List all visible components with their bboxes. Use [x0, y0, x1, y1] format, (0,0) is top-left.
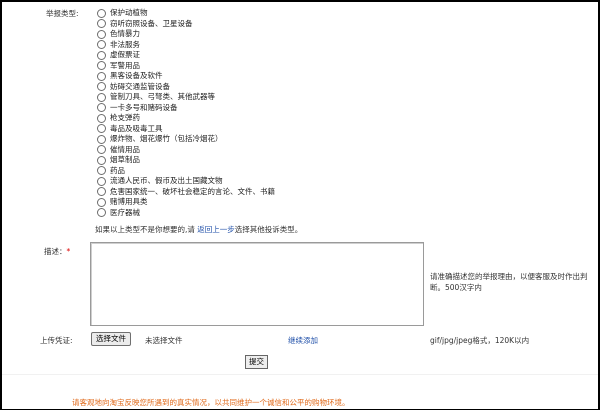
radio-button[interactable] [97, 19, 106, 29]
option-label: 枪支弹药 [110, 113, 140, 122]
radio-button[interactable] [97, 103, 106, 113]
type-hint-suffix: 选择其他投诉类型。 [234, 225, 303, 234]
report-type-label: 举报类型: [46, 9, 79, 18]
submit-button[interactable]: 提交 [245, 355, 268, 369]
radio-button[interactable] [97, 187, 106, 197]
description-textarea[interactable] [90, 242, 424, 326]
radio-button[interactable] [97, 166, 106, 176]
option-label: 催情用品 [110, 144, 140, 154]
file-status: 未选择文件 [145, 336, 183, 345]
radio-button[interactable] [97, 71, 106, 81]
report-type-option[interactable]: 保护动植物 [97, 8, 275, 19]
radio-button[interactable] [97, 124, 106, 134]
report-type-option[interactable]: 窃听窃照设备、卫星设备 [97, 19, 275, 30]
option-label: 色情暴力 [110, 29, 140, 38]
report-type-option[interactable]: 毒品及吸毒工具 [97, 124, 275, 135]
option-label: 危害国家统一、破坏社会稳定的言论、文件、书籍 [110, 186, 275, 196]
option-label: 军警用品 [110, 60, 140, 70]
option-label: 烟草制品 [110, 155, 140, 164]
report-type-option[interactable]: 爆炸物、烟花爆竹（包括冷烟花） [97, 134, 275, 145]
option-label: 爆炸物、烟花爆竹（包括冷烟花） [110, 134, 223, 143]
add-more-link[interactable]: 继续添加 [288, 335, 318, 346]
radio-button[interactable] [97, 113, 106, 123]
radio-button[interactable] [97, 82, 106, 92]
description-label-text: 描述： [44, 247, 67, 256]
back-link[interactable]: 返回上一步 [197, 225, 235, 234]
option-label: 黑客设备及软件 [110, 71, 163, 80]
report-type-option[interactable]: 烟草制品 [97, 155, 275, 166]
description-note: 请准确描述您的举报理由，以便客服及时作出判断。500汉字内 [430, 272, 588, 292]
footer-notice: 请客观地向淘宝反映您所遇到的真实情况，以共同维护一个诚信和公平的购物环境。 [72, 398, 350, 407]
radio-button[interactable] [97, 50, 106, 60]
option-label: 虚假票证 [110, 50, 140, 59]
report-type-option[interactable]: 枪支弹药 [97, 113, 275, 124]
report-type-option[interactable]: 妨碍交通监管设备 [97, 82, 275, 93]
report-type-option[interactable]: 流通人民币、假币及出土国藏文物 [97, 176, 275, 187]
report-form-frame: 举报类型: 保护动植物 窃听窃照设备、卫星设备 色情暴力 非法服务 虚假票证 军警用品 黑客… [0, 0, 600, 410]
option-label: 非法服务 [110, 39, 140, 49]
report-type-option[interactable]: 药品 [97, 166, 275, 177]
description-label: 描述：* [44, 246, 70, 257]
option-label: 管制刀具、弓弩类、其他武器等 [110, 92, 215, 101]
upload-label: 上传凭证: [40, 336, 73, 345]
type-hint-text: 如果以上类型不是你想要的,请 [95, 225, 198, 234]
report-type-option[interactable]: 色情暴力 [97, 29, 275, 40]
option-label: 保护动植物 [110, 8, 148, 17]
choose-file-button[interactable]: 选择文件 [91, 332, 131, 346]
radio-button[interactable] [97, 40, 106, 50]
radio-button[interactable] [97, 134, 106, 144]
option-label: 医疗器械 [110, 207, 140, 217]
report-type-option[interactable]: 医疗器械 [97, 208, 275, 219]
report-type-option[interactable]: 虚假票证 [97, 50, 275, 61]
format-note: gif/jpg/jpeg格式，120K以内 [430, 336, 530, 345]
report-type-option[interactable]: 非法服务 [97, 40, 275, 51]
report-type-options: 保护动植物 窃听窃照设备、卫星设备 色情暴力 非法服务 虚假票证 军警用品 黑客设备及软件妨… [97, 8, 275, 218]
option-label: 赌博用具类 [110, 197, 148, 206]
report-type-option[interactable]: 黑客设备及软件 [97, 71, 275, 82]
radio-button[interactable] [97, 155, 106, 165]
radio-button[interactable] [97, 92, 106, 102]
report-type-option[interactable]: 管制刀具、弓弩类、其他武器等 [97, 92, 275, 103]
report-type-option[interactable]: 一卡多号和赌码设备 [97, 103, 275, 114]
option-label: 妨碍交通监管设备 [110, 81, 170, 91]
radio-button[interactable] [97, 145, 106, 155]
option-label: 一卡多号和赌码设备 [110, 102, 178, 112]
report-type-option[interactable]: 赌博用具类 [97, 197, 275, 208]
report-type-option[interactable]: 危害国家统一、破坏社会稳定的言论、文件、书籍 [97, 187, 275, 198]
option-label: 毒品及吸毒工具 [110, 123, 163, 133]
type-hint: 如果以上类型不是你想要的,请 返回上一步选择其他投诉类型。 [95, 224, 302, 235]
radio-button[interactable] [97, 176, 106, 186]
radio-button[interactable] [97, 8, 106, 18]
report-type-option[interactable]: 催情用品 [97, 145, 275, 156]
radio-button[interactable] [97, 29, 106, 39]
option-label: 流通人民币、假币及出土国藏文物 [110, 176, 223, 185]
radio-button[interactable] [97, 61, 106, 71]
required-mark: * [66, 247, 71, 256]
option-label: 药品 [110, 165, 125, 175]
radio-button[interactable] [97, 208, 106, 218]
report-type-option[interactable]: 军警用品 [97, 61, 275, 72]
radio-button[interactable] [97, 197, 106, 207]
option-label: 窃听窃照设备、卫星设备 [110, 18, 193, 28]
